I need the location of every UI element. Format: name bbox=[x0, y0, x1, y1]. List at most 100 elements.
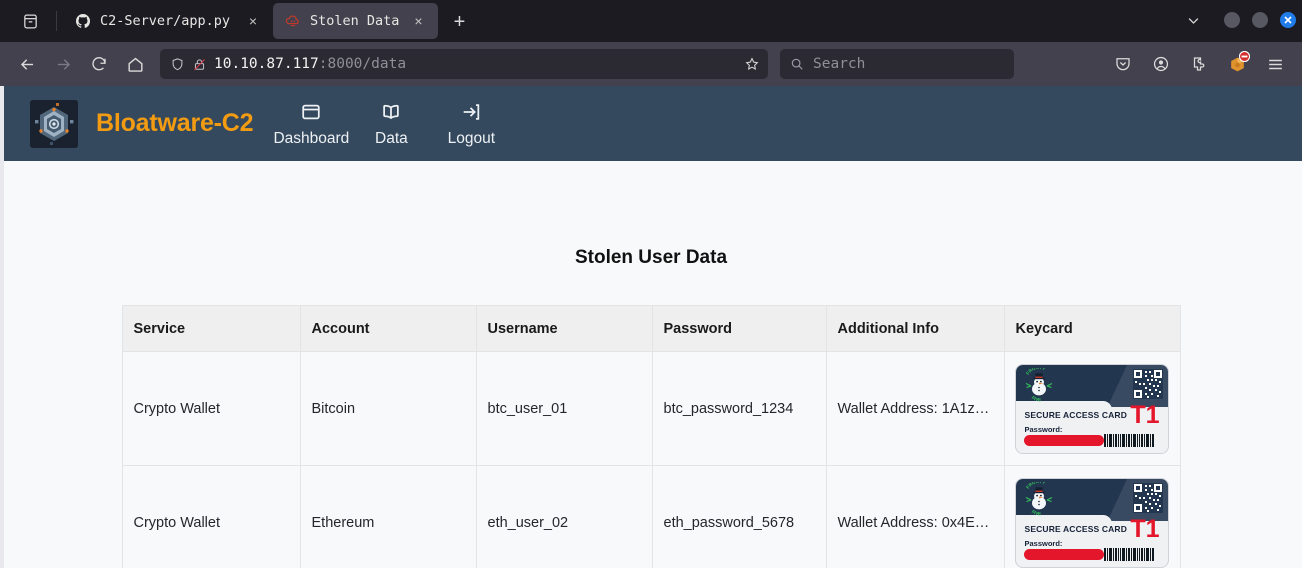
chevron-down-icon bbox=[1186, 13, 1201, 28]
cell-username: btc_user_01 bbox=[476, 352, 652, 466]
star-icon[interactable] bbox=[744, 56, 760, 72]
github-icon bbox=[75, 13, 91, 29]
cloud-skull-icon bbox=[285, 13, 301, 29]
window-close-button[interactable] bbox=[1280, 12, 1296, 28]
menu-icon bbox=[1266, 55, 1285, 74]
extension-blocked-button[interactable] bbox=[1220, 48, 1254, 80]
table-header-row: Service Account Username Password Additi… bbox=[122, 306, 1180, 352]
window-controls-group bbox=[1174, 0, 1296, 42]
lock-crossed-icon[interactable] bbox=[192, 57, 207, 72]
keycard-logo-bottom-text: FIVE bbox=[1030, 509, 1040, 516]
tab-title-1: C2-Server/app.py at bbox=[100, 13, 234, 29]
tab-title-2: Stolen Data bbox=[310, 13, 399, 29]
cell-additional-info: Wallet Address: 0x4E… bbox=[826, 466, 1004, 568]
cell-password: eth_password_5678 bbox=[652, 466, 826, 568]
nav-item-logout[interactable]: Logout bbox=[431, 99, 511, 148]
cell-account: Bitcoin bbox=[300, 352, 476, 466]
qr-code-icon bbox=[1133, 369, 1163, 399]
reload-button[interactable] bbox=[82, 48, 116, 80]
shield-icon[interactable] bbox=[170, 57, 185, 72]
app-menu-button[interactable] bbox=[1258, 48, 1292, 80]
main-content: Stolen User Data Service Account Usernam… bbox=[0, 161, 1302, 568]
snowman-logo-icon: FROSTY bbox=[1022, 368, 1056, 402]
nav-item-data[interactable]: Data bbox=[351, 99, 431, 148]
url-text: 10.10.87.117:8000/data bbox=[214, 56, 737, 72]
cell-service: Crypto Wallet bbox=[122, 466, 300, 568]
search-placeholder: Search bbox=[813, 56, 865, 72]
cell-password: btc_password_1234 bbox=[652, 352, 826, 466]
nav-label-dashboard: Dashboard bbox=[273, 130, 349, 148]
list-all-tabs-button[interactable] bbox=[1174, 3, 1212, 37]
sign-out-icon bbox=[460, 101, 482, 123]
browser-tab-1[interactable]: C2-Server/app.py at × bbox=[63, 3, 273, 39]
column-header-account[interactable]: Account bbox=[300, 306, 476, 352]
snowman-logo-icon: FROSTY bbox=[1022, 482, 1056, 516]
tab-close-button-1[interactable]: × bbox=[243, 11, 263, 31]
keycard-image[interactable]: FROSTY bbox=[1016, 479, 1168, 567]
firefox-view-icon bbox=[22, 13, 39, 30]
forward-arrow-icon bbox=[54, 55, 73, 74]
new-tab-button[interactable]: + bbox=[444, 7, 474, 37]
tab-close-button-2[interactable]: × bbox=[408, 11, 428, 31]
url-bar[interactable]: 10.10.87.117:8000/data bbox=[160, 49, 768, 79]
search-icon bbox=[790, 57, 804, 71]
brand-name: Bloatware-C2 bbox=[96, 109, 253, 138]
stolen-data-table: Service Account Username Password Additi… bbox=[122, 305, 1181, 568]
pocket-button[interactable] bbox=[1106, 48, 1140, 80]
column-header-username[interactable]: Username bbox=[476, 306, 652, 352]
keycard-tier: T1 bbox=[1130, 403, 1159, 428]
keycard-tier: T1 bbox=[1130, 517, 1159, 542]
firefox-view-button[interactable] bbox=[4, 0, 56, 42]
close-icon bbox=[1280, 12, 1296, 28]
hex-emblem-logo bbox=[30, 100, 78, 148]
app-nav: Dashboard Data Logout bbox=[271, 99, 511, 148]
barcode-icon bbox=[1104, 548, 1162, 561]
brand: Bloatware-C2 bbox=[30, 100, 253, 148]
keycard-title: SECURE ACCESS CARD bbox=[1025, 524, 1128, 534]
blocked-badge-icon bbox=[1239, 51, 1250, 62]
column-header-service[interactable]: Service bbox=[122, 306, 300, 352]
browser-tab-2[interactable]: Stolen Data × bbox=[273, 3, 438, 39]
extensions-button[interactable] bbox=[1182, 48, 1216, 80]
back-button[interactable] bbox=[10, 48, 44, 80]
keycard-password-redaction bbox=[1024, 435, 1104, 446]
keycard-logo-bottom-text: FIVE bbox=[1030, 395, 1040, 402]
column-header-password[interactable]: Password bbox=[652, 306, 826, 352]
cell-keycard: FROSTY bbox=[1004, 466, 1180, 568]
keycard-password-redaction bbox=[1024, 549, 1104, 560]
home-icon bbox=[126, 55, 145, 74]
window-minimize-button[interactable] bbox=[1224, 12, 1240, 28]
cell-account: Ethereum bbox=[300, 466, 476, 568]
tab-strip: C2-Server/app.py at × Stolen Data × + bbox=[0, 0, 1302, 42]
app-header: Bloatware-C2 Dashboard Data bbox=[0, 86, 1302, 161]
back-arrow-icon bbox=[18, 55, 37, 74]
keycard-image[interactable]: FROSTY bbox=[1016, 365, 1168, 453]
book-icon bbox=[380, 101, 402, 123]
browser-window: C2-Server/app.py at × Stolen Data × + bbox=[0, 0, 1302, 568]
window-icon bbox=[300, 101, 322, 123]
forward-button[interactable] bbox=[46, 48, 80, 80]
keycard-password-label: Password: bbox=[1025, 539, 1063, 548]
nav-item-dashboard[interactable]: Dashboard bbox=[271, 99, 351, 148]
nav-label-logout: Logout bbox=[448, 130, 495, 148]
navigation-toolbar: 10.10.87.117:8000/data Search bbox=[0, 42, 1302, 86]
home-button[interactable] bbox=[118, 48, 152, 80]
toolbar-right-group bbox=[1106, 48, 1292, 80]
cell-additional-info: Wallet Address: 1A1z… bbox=[826, 352, 1004, 466]
column-header-keycard[interactable]: Keycard bbox=[1004, 306, 1180, 352]
cell-username: eth_user_02 bbox=[476, 466, 652, 568]
page-viewport: Bloatware-C2 Dashboard Data bbox=[0, 86, 1302, 568]
column-header-additional-info[interactable]: Additional Info bbox=[826, 306, 1004, 352]
table-body: Crypto Wallet Bitcoin btc_user_01 btc_pa… bbox=[122, 352, 1180, 568]
search-bar[interactable]: Search bbox=[780, 49, 1014, 79]
table-row: Crypto Wallet Bitcoin btc_user_01 btc_pa… bbox=[122, 352, 1180, 466]
window-maximize-button[interactable] bbox=[1252, 12, 1268, 28]
account-button[interactable] bbox=[1144, 48, 1178, 80]
cell-keycard: FROSTY bbox=[1004, 352, 1180, 466]
hex-emblem-graphic bbox=[30, 100, 78, 148]
qr-code-icon bbox=[1133, 483, 1163, 513]
keycard-password-label: Password: bbox=[1025, 425, 1063, 434]
page-scrollbar[interactable] bbox=[0, 86, 4, 568]
table-row: Crypto Wallet Ethereum eth_user_02 eth_p… bbox=[122, 466, 1180, 568]
reload-icon bbox=[90, 55, 108, 73]
